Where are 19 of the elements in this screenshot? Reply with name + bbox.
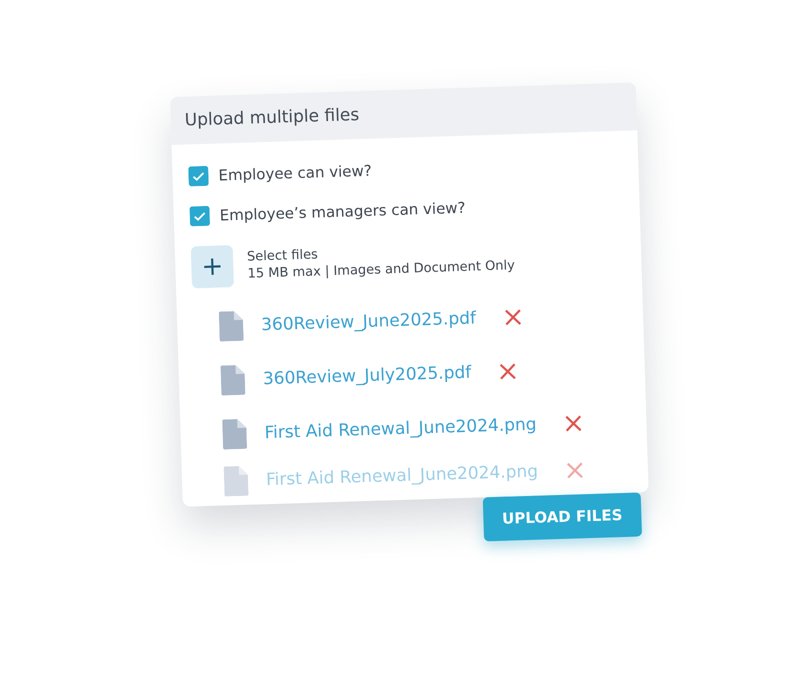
document-icon [218,310,244,342]
file-link[interactable]: 360Review_July2025.pdf [262,362,472,390]
checkbox-checked-icon[interactable] [189,206,210,226]
file-link[interactable]: First Aid Renewal_June2024.png [264,414,537,444]
file-link[interactable]: First Aid Renewal_June2024.png [266,462,538,490]
document-icon [220,364,246,396]
upload-button[interactable]: UPLOAD FILES [482,492,642,542]
add-file-button[interactable]: + [190,245,234,288]
document-icon [224,466,249,496]
dialog-title: Upload multiple files [170,82,638,145]
option-label: Employee’s managers can view? [219,198,466,224]
remove-icon[interactable] [564,414,583,433]
file-link[interactable]: 360Review_June2025.pdf [260,308,476,336]
remove-icon[interactable] [566,461,584,480]
document-icon [222,418,248,450]
checkbox-checked-icon[interactable] [188,166,209,186]
option-label: Employee can view? [218,162,372,184]
remove-icon[interactable] [504,308,522,327]
remove-icon[interactable] [498,362,518,381]
